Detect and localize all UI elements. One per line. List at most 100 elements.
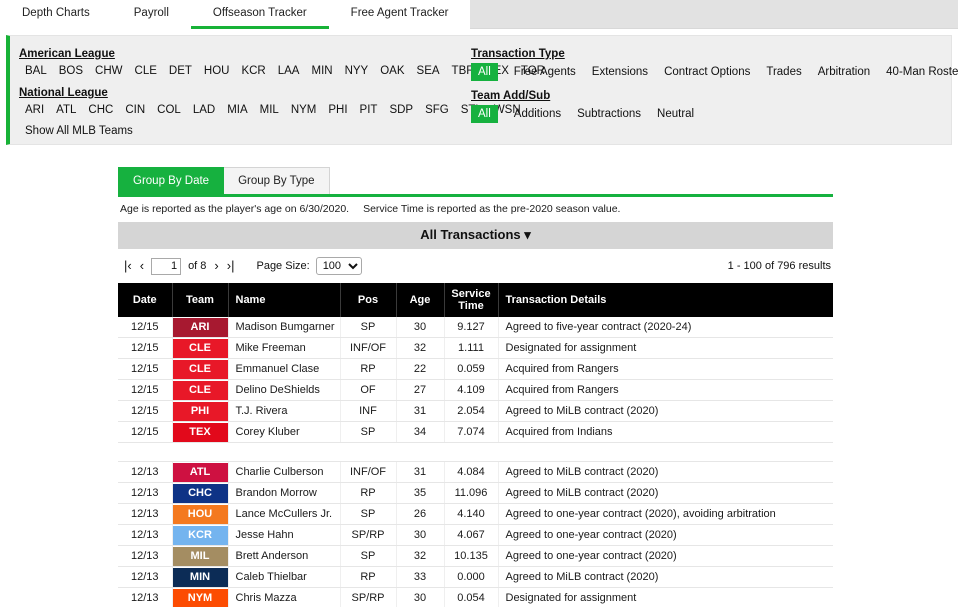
team-filter-cle[interactable]: CLE	[129, 63, 163, 79]
team-filter-lad[interactable]: LAD	[187, 102, 221, 118]
show-all-mlb-teams-link[interactable]: Show All MLB Teams	[19, 119, 139, 137]
group-tab-group-by-type[interactable]: Group By Type	[224, 167, 330, 194]
top-bar-filler	[470, 0, 958, 28]
team-addsub-neutral[interactable]: Neutral	[649, 106, 702, 122]
team-filter-kcr[interactable]: KCR	[235, 63, 271, 79]
team-badge-cle[interactable]: CLE	[172, 380, 228, 400]
team-filter-ari[interactable]: ARI	[19, 102, 50, 118]
team-badge-nym[interactable]: NYM	[172, 588, 228, 607]
next-page-button[interactable]: ›	[210, 259, 222, 273]
team-filter-bal[interactable]: BAL	[19, 63, 53, 79]
transaction-type-trades[interactable]: Trades	[758, 64, 809, 80]
team-addsub-header[interactable]: Team Add/Sub	[471, 90, 550, 102]
offseason-tracker-page: Depth Charts Payroll Offseason Tracker Free…	[0, 0, 958, 607]
first-page-button[interactable]: |‹	[120, 259, 136, 273]
team-filter-hou[interactable]: HOU	[198, 63, 236, 79]
national-league-header[interactable]: National League	[19, 87, 108, 99]
team-badge-mil[interactable]: MIL	[172, 546, 228, 566]
team-addsub-all-pill[interactable]: All	[471, 105, 498, 123]
cell-pos: SP	[340, 317, 397, 338]
team-badge-cle[interactable]: CLE	[172, 359, 228, 379]
cell-service-time: 7.074	[444, 421, 499, 443]
transaction-type-40-man-roster[interactable]: 40-Man Roster	[878, 64, 958, 80]
team-badge-kcr[interactable]: KCR	[172, 525, 228, 545]
column-header-team[interactable]: Team	[172, 283, 229, 317]
cell-name: Emmanuel Clase	[228, 358, 341, 380]
team-badge-hou[interactable]: HOU	[172, 504, 228, 524]
team-filter-atl[interactable]: ATL	[50, 102, 82, 118]
cell-age: 27	[396, 379, 445, 401]
top-tab-depth-charts[interactable]: Depth Charts	[0, 0, 112, 29]
cell-service-time: 9.127	[444, 317, 499, 338]
team-badge-cle[interactable]: CLE	[172, 338, 228, 358]
team-filter-nym[interactable]: NYM	[285, 102, 323, 118]
cell-age: 30	[396, 524, 445, 546]
team-filter-col[interactable]: COL	[151, 102, 187, 118]
cell-date: 12/15	[118, 358, 173, 380]
team-filter-phi[interactable]: PHI	[322, 102, 353, 118]
team-addsub-additions[interactable]: Additions	[506, 106, 569, 122]
team-filter-min[interactable]: MIN	[305, 63, 338, 79]
team-badge-tex[interactable]: TEX	[172, 422, 228, 442]
cell-team: CLE	[172, 379, 229, 401]
cell-transaction-details: Designated for assignment	[498, 337, 833, 359]
team-filter-sea[interactable]: SEA	[411, 63, 446, 79]
column-header-age[interactable]: Age	[396, 283, 445, 317]
table-header-row: Date Team Name Pos Age Service Time Tran…	[118, 283, 833, 317]
top-tab-offseason-tracker[interactable]: Offseason Tracker	[190, 0, 329, 29]
cell-date: 12/15	[118, 421, 173, 443]
table-row: 12/13 KCR Jesse Hahn SP/RP 30 4.067 Agreed to …	[118, 524, 833, 546]
cell-team: MIN	[172, 566, 229, 588]
team-filter-sfg[interactable]: SFG	[419, 102, 455, 118]
team-badge-phi[interactable]: PHI	[172, 401, 228, 421]
team-filter-mia[interactable]: MIA	[221, 102, 253, 118]
table-group-separator	[118, 442, 833, 462]
cell-team: NYM	[172, 587, 229, 607]
note-service-time: Service Time is reported as the pre-2020…	[363, 203, 621, 215]
team-badge-atl[interactable]: ATL	[172, 462, 228, 482]
pagination-bar: |‹ ‹ of 8 › ›| Page Size: 2550100200 1 -…	[118, 249, 833, 283]
transaction-type-contract-options[interactable]: Contract Options	[656, 64, 758, 80]
column-header-transaction-details[interactable]: Transaction Details	[498, 283, 833, 317]
transaction-type-free-agents[interactable]: Free Agents	[506, 64, 584, 80]
top-tab-free-agent-tracker[interactable]: Free Agent Tracker	[328, 0, 471, 29]
page-size-select[interactable]: 2550100200	[315, 257, 362, 275]
team-filter-bos[interactable]: BOS	[53, 63, 89, 79]
team-badge-min[interactable]: MIN	[172, 567, 228, 587]
team-badge-chc[interactable]: CHC	[172, 483, 228, 503]
team-filter-det[interactable]: DET	[163, 63, 198, 79]
cell-name: Charlie Culberson	[228, 461, 341, 483]
team-filter-cin[interactable]: CIN	[119, 102, 151, 118]
team-filter-sdp[interactable]: SDP	[383, 102, 419, 118]
team-filter-laa[interactable]: LAA	[272, 63, 306, 79]
table-row: 12/15 TEX Corey Kluber SP 34 7.074 Acquired fr…	[118, 421, 833, 443]
results-count: 1 - 100 of 796 results	[727, 260, 831, 272]
column-header-name[interactable]: Name	[228, 283, 341, 317]
team-filter-mil[interactable]: MIL	[254, 102, 285, 118]
transaction-type-all-pill[interactable]: All	[471, 63, 498, 81]
column-header-pos[interactable]: Pos	[340, 283, 397, 317]
all-transactions-header[interactable]: All Transactions ▾	[118, 222, 833, 249]
transaction-type-arbitration[interactable]: Arbitration	[810, 64, 878, 80]
last-page-button[interactable]: ›|	[223, 259, 239, 273]
group-tab-group-by-date[interactable]: Group By Date	[118, 167, 225, 194]
cell-date: 12/15	[118, 317, 173, 338]
prev-page-button[interactable]: ‹	[136, 259, 148, 273]
team-filter-oak[interactable]: OAK	[374, 63, 410, 79]
team-filter-chw[interactable]: CHW	[89, 63, 128, 79]
cell-name: Chris Mazza	[228, 587, 341, 607]
transaction-type-extensions[interactable]: Extensions	[584, 64, 656, 80]
team-badge-ari[interactable]: ARI	[172, 317, 228, 337]
team-filters: American League BAL BOS CHW CLE DET HOU KCR LAA…	[10, 44, 545, 139]
top-tab-payroll[interactable]: Payroll	[111, 0, 191, 29]
team-addsub-subtractions[interactable]: Subtractions	[569, 106, 649, 122]
team-filter-pit[interactable]: PIT	[354, 102, 384, 118]
column-header-date[interactable]: Date	[118, 283, 173, 317]
transaction-type-header[interactable]: Transaction Type	[471, 48, 565, 60]
american-league-header[interactable]: American League	[19, 48, 115, 60]
cell-pos: OF	[340, 379, 397, 401]
page-number-input[interactable]	[151, 257, 182, 275]
team-filter-nyy[interactable]: NYY	[339, 63, 375, 79]
column-header-service-time[interactable]: Service Time	[444, 283, 499, 317]
team-filter-chc[interactable]: CHC	[82, 102, 119, 118]
